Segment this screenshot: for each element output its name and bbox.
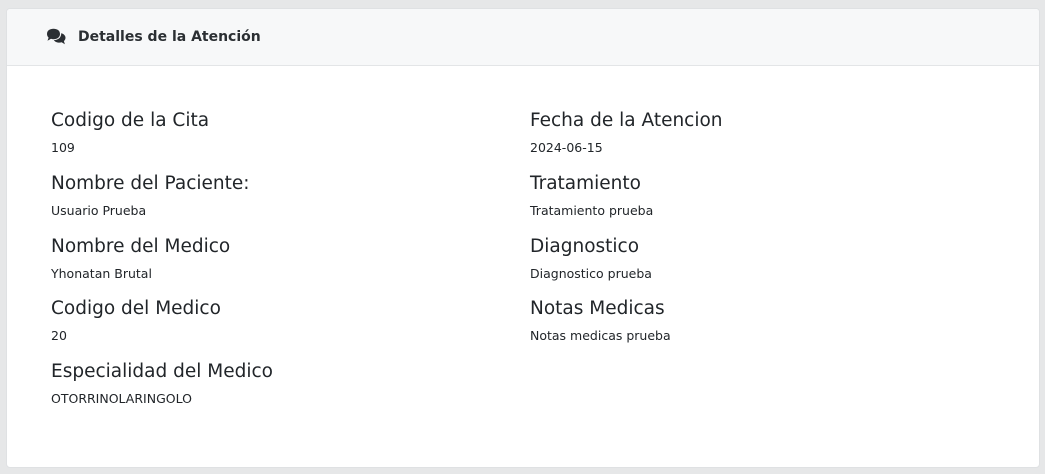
- field-label: Notas Medicas: [530, 298, 665, 320]
- field-label: Nombre del Paciente:: [51, 172, 250, 194]
- field-value: Yhonatan Brutal: [51, 265, 152, 281]
- field-value: Diagnostico prueba: [530, 265, 652, 281]
- card-body: Codigo de la Cita 109 Nombre del Pacient…: [7, 66, 1039, 467]
- card-title: Detalles de la Atención: [78, 29, 261, 45]
- comments-icon: [45, 28, 67, 46]
- field-appointment-code: Codigo de la Cita 109: [51, 110, 491, 173]
- field-diagnosis: Diagnostico Diagnostico prueba: [530, 236, 970, 299]
- field-label: Codigo del Medico: [51, 298, 221, 320]
- field-value: 2024-06-15: [530, 140, 603, 155]
- field-value: Notas medicas prueba: [530, 328, 671, 344]
- field-label: Codigo de la Cita: [51, 110, 210, 131]
- field-label: Diagnostico: [530, 235, 640, 257]
- field-doctor-specialty: Especialidad del Medico OTORRINOLARINGOL…: [51, 361, 491, 424]
- field-doctor-code: Codigo del Medico 20: [51, 298, 491, 361]
- field-label: Especialidad del Medico: [51, 361, 273, 383]
- field-patient-name: Nombre del Paciente: Usuario Prueba: [51, 173, 491, 236]
- field-value: OTORRINOLARINGOLO: [51, 391, 192, 407]
- field-value: 20: [51, 328, 67, 344]
- field-label: Tratamiento: [530, 172, 641, 194]
- field-doctor-name: Nombre del Medico Yhonatan Brutal: [51, 236, 491, 299]
- attention-details-card: Detalles de la Atención Codigo de la Cit…: [6, 8, 1040, 468]
- field-value: 109: [51, 140, 75, 155]
- field-value: Usuario Prueba: [51, 202, 147, 218]
- card-header: Detalles de la Atención: [7, 9, 1039, 66]
- field-label: Fecha de la Atencion: [530, 110, 723, 131]
- field-treatment: Tratamiento Tratamiento prueba: [530, 173, 970, 236]
- field-value: Tratamiento prueba: [530, 202, 654, 218]
- right-details-column: Fecha de la Atencion 2024-06-15 Tratamie…: [530, 110, 970, 361]
- field-medical-notes: Notas Medicas Notas medicas prueba: [530, 298, 970, 361]
- left-details-column: Codigo de la Cita 109 Nombre del Pacient…: [51, 110, 491, 424]
- field-attention-date: Fecha de la Atencion 2024-06-15: [530, 110, 970, 173]
- field-label: Nombre del Medico: [51, 235, 231, 257]
